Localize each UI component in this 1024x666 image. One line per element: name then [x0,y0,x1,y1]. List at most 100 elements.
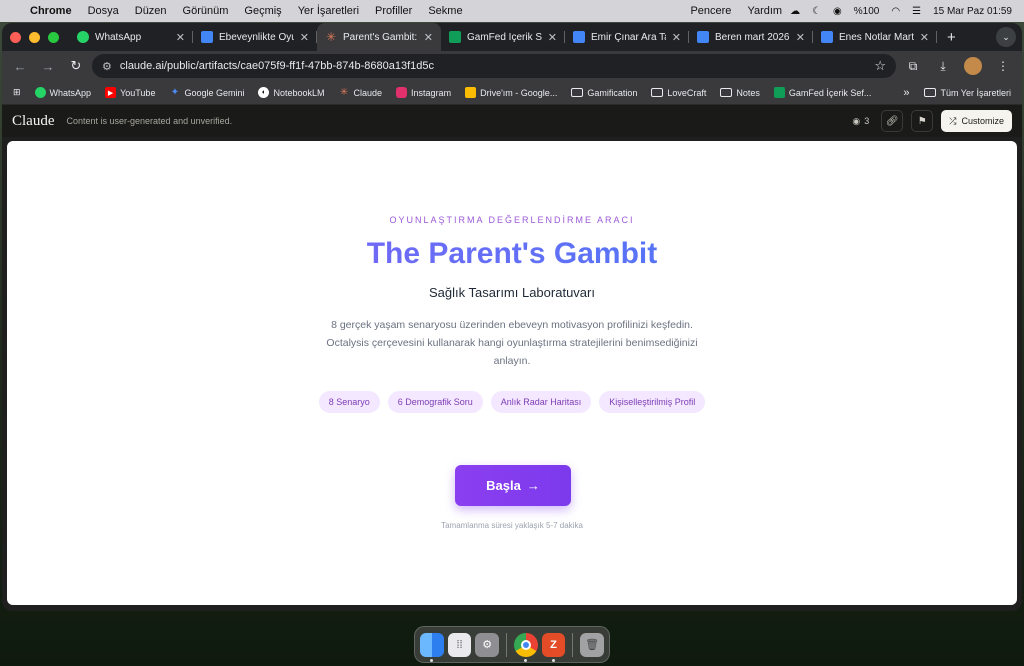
bookmark-label: Google Gemini [184,87,245,98]
chrome-icon[interactable] [514,632,538,662]
close-icon[interactable]: ✕ [672,31,681,44]
url-text[interactable]: claude.ai/public/artifacts/cae075f9-ff1f… [120,60,866,72]
report-button[interactable]: ⚑ [911,110,934,132]
cloud-icon[interactable]: ☁ [790,6,800,17]
page-subtitle: Sağlık Tasarımı Laboratuvarı [429,285,595,300]
close-icon[interactable]: ✕ [424,31,433,44]
claude-artifact-header: Claude Content is user-generated and unv… [2,105,1022,137]
reload-icon[interactable]: ↻ [64,54,88,78]
system-settings-icon[interactable]: ⚙ [475,632,500,657]
clock[interactable]: 15 Mar Paz 01:59 [933,6,1012,17]
tab-enes[interactable]: Enes Notlar Mart 2( ✕ [813,23,937,51]
bookmark-label: Gamification [587,87,638,98]
header-actions: ◉ 3 🔗︎ ⚑ ⤮ Customize [852,110,1012,132]
bookmark-gamfed[interactable]: GamFed İçerik Sef... [769,87,877,98]
bookmarks-overflow-icon[interactable]: » [897,87,915,99]
tab-gamfed[interactable]: GamFed İçerik Sefe ✕ [441,23,565,51]
docs-icon [821,31,833,43]
bookmark-whatsapp[interactable]: WhatsApp [30,87,97,98]
bookmark-youtube[interactable]: ▶ YouTube [100,87,160,98]
chip-scenarios: 8 Senaryo [318,391,380,413]
more-menu-icon[interactable]: ⋮ [990,54,1016,78]
content-notice: Content is user-generated and unverified… [66,116,233,126]
menu-gecmis[interactable]: Geçmiş [236,5,289,17]
folder-icon [571,88,584,97]
menu-duzen[interactable]: Düzen [127,5,175,17]
close-icon[interactable]: ✕ [796,31,805,44]
customize-label: Customize [961,116,1004,126]
menu-profiller[interactable]: Profiller [367,5,420,17]
wifi-icon[interactable]: ◠ [891,6,900,17]
bookmark-claude[interactable]: ✳ Claude [334,87,388,98]
folder-icon [720,88,733,97]
site-info-icon[interactable]: ⚙ [102,60,112,73]
notebooklm-icon: ◐ [258,87,270,98]
status-area: ☁ ☾ ◉ %100 ◠ ☰ 15 Mar Paz 01:59 [790,6,1024,17]
tab-whatsapp[interactable]: WhatsApp ✕ [69,23,193,51]
bookmark-folder-lovecraft[interactable]: LoveCraft [646,88,711,98]
tab-parents-gambit[interactable]: ✳ Parent's Gambit: G ✕ [317,23,441,51]
close-icon[interactable]: ✕ [176,31,185,44]
docs-icon [697,31,709,43]
trash-icon[interactable]: 🗑︎ [580,632,604,657]
zoom-window-button[interactable] [48,31,59,43]
new-tab-button[interactable]: + [937,29,966,46]
menu-pencere[interactable]: Pencere [682,5,739,17]
bookmark-folder-gamification[interactable]: Gamification [566,88,642,98]
user-status-icon[interactable]: ◉ [833,6,842,17]
battery-label[interactable]: %100 [854,6,880,17]
bookmark-drive[interactable]: Drive'ım - Google... [460,87,562,98]
bookmark-label: WhatsApp [49,87,92,98]
menu-sekme[interactable]: Sekme [420,5,470,17]
flag-icon: ⚑ [917,115,927,127]
close-window-button[interactable] [10,31,21,43]
bookmark-label: GamFed İçerik Sef... [788,87,872,98]
folder-icon [651,88,664,97]
extensions-icon[interactable]: ⧉ [900,54,926,78]
moon-icon[interactable]: ☾ [812,6,821,17]
bookmark-label: Claude [353,87,383,98]
tab-emir-cinar[interactable]: Emir Çınar Ara Tatil ✕ [565,23,689,51]
all-bookmarks-folder[interactable]: Tüm Yer İşaretleri [919,88,1016,98]
menu-yardim[interactable]: Yardım [739,5,790,17]
address-bar[interactable]: ⚙ claude.ai/public/artifacts/cae075f9-ff… [92,54,896,78]
menu-yer-isaretleri[interactable]: Yer İşaretleri [290,5,367,17]
view-count: ◉ 3 [852,116,873,127]
close-icon[interactable]: ✕ [920,31,929,44]
feature-chips: 8 Senaryo 6 Demografik Soru Anlık Radar … [307,391,717,413]
bookmark-folder-notes[interactable]: Notes [715,88,765,98]
control-center-icon[interactable]: ☰ [912,6,921,17]
menu-app-name[interactable]: Chrome [22,5,80,17]
bookmark-star-icon[interactable]: ☆ [874,58,886,74]
minimize-window-button[interactable] [29,31,40,43]
tab-title: Ebeveynlikte Oyunl [219,31,294,43]
tab-ebeveynlikte[interactable]: Ebeveynlikte Oyunl ✕ [193,23,317,51]
close-icon[interactable]: ✕ [300,31,309,44]
tab-beren[interactable]: Beren mart 2026 - ✕ [689,23,813,51]
claude-icon: ✳ [339,87,349,98]
finder-icon[interactable] [420,632,444,662]
profile-avatar[interactable] [960,54,986,78]
back-icon[interactable]: ← [8,54,32,78]
tab-title: Enes Notlar Mart 2( [839,31,914,43]
forward-icon[interactable]: → [36,54,60,78]
tab-search-button[interactable]: ⌄ [996,27,1016,47]
bookmark-gemini[interactable]: ✦ Google Gemini [164,87,249,98]
menu-gorunum[interactable]: Görünüm [175,5,237,17]
instagram-icon [396,87,408,98]
menu-dosya[interactable]: Dosya [80,5,127,17]
start-button[interactable]: Başla → [455,465,571,506]
eyebrow-label: OYUNLAŞTIRMA DEĞERLENDİRME ARACI [389,215,635,225]
youtube-icon: ▶ [105,87,117,98]
bookmark-instagram[interactable]: Instagram [391,87,456,98]
apps-grid-icon[interactable]: ⊞ [8,87,26,98]
copy-link-button[interactable]: 🔗︎ [881,110,904,132]
app-icon[interactable]: Z [541,632,566,662]
claude-logo[interactable]: Claude [12,113,55,130]
customize-button[interactable]: ⤮ Customize [941,110,1012,132]
arrow-right-icon: → [526,478,540,493]
download-icon[interactable]: ⤓ [930,54,956,78]
close-icon[interactable]: ✕ [548,31,557,44]
bookmark-notebooklm[interactable]: ◐ NotebookLM [253,87,329,98]
launchpad-icon[interactable]: ⁞⁞ [447,632,472,657]
